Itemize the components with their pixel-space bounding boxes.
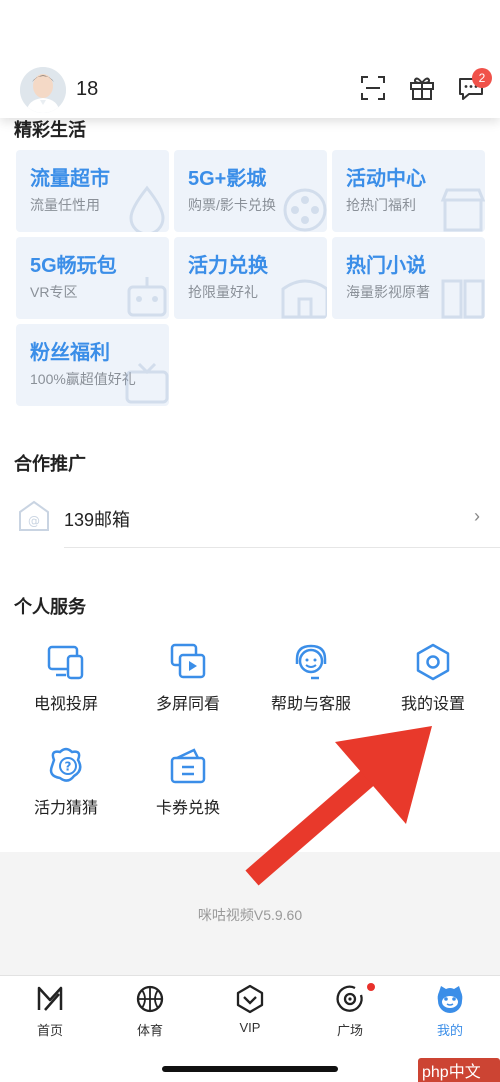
robot-icon bbox=[127, 277, 167, 317]
tile-traffic-market[interactable]: 流量超市 流量任性用 bbox=[16, 150, 169, 232]
message-badge: 2 bbox=[472, 68, 492, 88]
pointer-arrow-overlay bbox=[245, 726, 432, 886]
tv-icon bbox=[125, 362, 169, 404]
tab-label: 体育 bbox=[136, 1023, 163, 1038]
svg-text:?: ? bbox=[65, 760, 72, 774]
mine-icon bbox=[437, 986, 463, 1013]
service-help[interactable]: 帮助与客服 bbox=[251, 642, 371, 722]
tile-title: 活动中心 bbox=[346, 168, 426, 190]
guess-icon: ? bbox=[49, 747, 82, 782]
tile-title: 热门小说 bbox=[346, 255, 426, 277]
service-label: 电视投屏 bbox=[33, 696, 98, 713]
tab-label: VIP bbox=[239, 1020, 261, 1035]
tile-activity-center[interactable]: 活动中心 抢热门福利 bbox=[332, 150, 485, 232]
tab-vip[interactable]: VIP bbox=[200, 984, 300, 1035]
tile-title: 粉丝福利 bbox=[30, 342, 110, 364]
tile-vitality-exchange[interactable]: 活力兑换 抢限量好礼 bbox=[174, 237, 327, 319]
tile-title: 活力兑换 bbox=[188, 255, 268, 277]
service-coupon-exchange[interactable]: 卡券兑换 bbox=[128, 746, 248, 826]
service-label: 帮助与客服 bbox=[270, 696, 351, 713]
tile-title: 5G畅玩包 bbox=[30, 255, 117, 277]
gift-icon[interactable] bbox=[408, 74, 436, 102]
store-icon bbox=[281, 279, 327, 319]
chevron-right-icon: › bbox=[474, 506, 480, 526]
service-label: 多屏同看 bbox=[155, 696, 220, 713]
tile-5g-play-pack[interactable]: 5G畅玩包 VR专区 bbox=[16, 237, 169, 319]
coupon-icon bbox=[170, 748, 206, 784]
shop-icon bbox=[440, 188, 485, 232]
traffic-drop-icon bbox=[129, 185, 165, 232]
partner-label: 139邮箱 bbox=[64, 510, 131, 530]
service-vitality-guess[interactable]: ? 活力猜猜 bbox=[6, 746, 126, 826]
service-section-title: 个人服务 bbox=[14, 597, 86, 617]
home-icon bbox=[37, 986, 63, 1011]
tab-mine[interactable]: 我的 bbox=[400, 984, 500, 1039]
tile-subtitle: 抢限量好礼 bbox=[188, 284, 258, 300]
vip-icon bbox=[236, 984, 264, 1014]
tv-cast-icon bbox=[47, 645, 84, 680]
tile-title: 5G+影城 bbox=[188, 168, 267, 190]
tab-label: 我的 bbox=[436, 1023, 463, 1038]
tab-sports[interactable]: 体育 bbox=[100, 984, 200, 1039]
plaza-icon bbox=[336, 985, 363, 1012]
svg-text:@: @ bbox=[28, 514, 40, 528]
tab-label: 首页 bbox=[36, 1023, 63, 1038]
service-label: 卡券兑换 bbox=[155, 800, 220, 817]
profile-header: 18 2 bbox=[0, 0, 500, 118]
settings-icon bbox=[416, 643, 450, 681]
multi-screen-icon bbox=[170, 643, 206, 679]
book-icon bbox=[441, 279, 485, 319]
avatar-icon bbox=[20, 67, 66, 113]
tile-subtitle: 购票/影卡兑换 bbox=[188, 197, 276, 213]
mailbox-icon: @ bbox=[19, 500, 49, 531]
service-label: 我的设置 bbox=[400, 696, 465, 713]
tile-fan-benefits[interactable]: 粉丝福利 100%赢超值好礼 bbox=[16, 324, 169, 406]
tab-label: 广场 bbox=[336, 1023, 363, 1038]
watermark: php中文网 bbox=[418, 1058, 500, 1082]
app-version: 咪咕视频V5.9.60 bbox=[197, 907, 303, 923]
tile-hot-novels[interactable]: 热门小说 海量影视原著 bbox=[332, 237, 485, 319]
tile-subtitle: 流量任性用 bbox=[30, 197, 100, 213]
divider bbox=[64, 547, 500, 548]
scan-icon[interactable] bbox=[359, 74, 387, 102]
tab-home[interactable]: 首页 bbox=[0, 984, 100, 1039]
plaza-notification-dot bbox=[367, 983, 375, 991]
basketball-icon bbox=[136, 985, 164, 1013]
tile-title: 流量超市 bbox=[30, 168, 110, 190]
film-reel-icon bbox=[283, 188, 327, 232]
service-multi-screen[interactable]: 多屏同看 bbox=[128, 642, 248, 722]
tab-plaza[interactable]: 广场 bbox=[300, 984, 400, 1039]
customer-service-icon bbox=[295, 644, 327, 680]
service-tv-cast[interactable]: 电视投屏 bbox=[6, 642, 126, 722]
lifestyle-section-title: 精彩生活 bbox=[14, 120, 86, 140]
home-indicator[interactable] bbox=[162, 1066, 338, 1072]
partner-section-title: 合作推广 bbox=[14, 454, 86, 474]
tile-subtitle: 抢热门福利 bbox=[346, 197, 416, 213]
partner-139-mailbox[interactable]: @ 139邮箱 › bbox=[0, 488, 500, 548]
tile-subtitle: VR专区 bbox=[30, 284, 78, 300]
service-label: 活力猜猜 bbox=[33, 800, 98, 817]
username: 18 bbox=[76, 78, 99, 100]
service-my-settings[interactable]: 我的设置 bbox=[373, 642, 493, 722]
avatar[interactable] bbox=[20, 67, 66, 113]
tile-subtitle: 海量影视原著 bbox=[346, 284, 430, 300]
tile-5g-cinema[interactable]: 5G+影城 购票/影卡兑换 bbox=[174, 150, 327, 232]
